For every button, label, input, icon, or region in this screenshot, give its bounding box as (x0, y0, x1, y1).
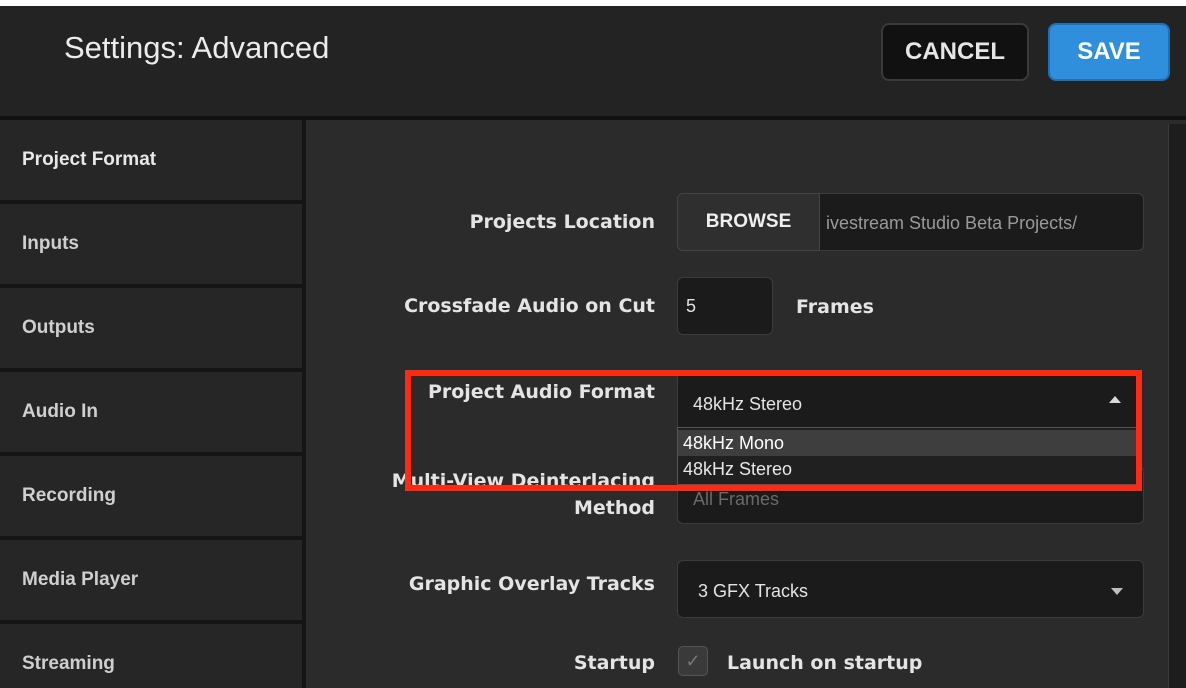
startup-label: Startup (573, 652, 655, 674)
audio-format-label: Project Audio Format (427, 381, 655, 403)
frames-unit-label: Frames (796, 296, 874, 318)
sidebar-item-recording[interactable]: Recording (0, 456, 302, 540)
overlay-tracks-value: 3 GFX Tracks (698, 581, 809, 601)
page-title: Settings: Advanced (64, 30, 330, 65)
audio-format-dropdown: 48kHz Mono 48kHz Stereo (677, 427, 1140, 485)
overlay-tracks-label: Graphic Overlay Tracks (408, 573, 655, 595)
sidebar-item-streaming[interactable]: Streaming (0, 624, 302, 688)
overlay-tracks-select[interactable]: 3 GFX Tracks (677, 560, 1144, 618)
deinterlacing-value: All Frames (693, 489, 780, 509)
audio-option-mono[interactable]: 48kHz Mono (678, 430, 1139, 456)
deinterlacing-label-line2: Method (573, 497, 655, 519)
audio-format-value: 48kHz Stereo (693, 394, 803, 414)
header-bar: Settings: Advanced CANCEL SAVE (0, 6, 1186, 120)
audio-option-stereo[interactable]: 48kHz Stereo (678, 456, 1139, 482)
browse-button[interactable]: BROWSE (677, 193, 820, 251)
checkmark-icon: ✓ (685, 651, 701, 671)
sidebar-item-outputs[interactable]: Outputs (0, 288, 302, 372)
launch-on-startup-checkbox[interactable]: ✓ (678, 646, 708, 676)
sidebar-item-inputs[interactable]: Inputs (0, 204, 302, 288)
sidebar-item-media-player[interactable]: Media Player (0, 540, 302, 624)
settings-sidebar: Project Format Inputs Outputs Audio In R… (0, 120, 306, 688)
deinterlacing-label-line1: Multi-View Deinterlacing (391, 470, 655, 492)
cancel-button[interactable]: CANCEL (881, 23, 1029, 81)
projects-location-label: Projects Location (469, 211, 655, 233)
chevron-down-icon (1111, 588, 1123, 595)
launch-on-startup-label: Launch on startup (727, 652, 923, 674)
crossfade-label: Crossfade Audio on Cut (404, 295, 655, 317)
caret-up-icon (1109, 396, 1121, 403)
crossfade-frames-input[interactable]: 5 (677, 277, 773, 335)
crossfade-value: 5 (686, 296, 697, 316)
scrollbar[interactable] (1168, 124, 1186, 688)
save-button[interactable]: SAVE (1048, 23, 1170, 81)
sidebar-item-project-format[interactable]: Project Format (0, 120, 302, 204)
audio-format-select[interactable]: 48kHz Stereo (677, 372, 1140, 428)
projects-location-path: ivestream Studio Beta Projects/ (826, 213, 1078, 233)
sidebar-item-audio-in[interactable]: Audio In (0, 372, 302, 456)
